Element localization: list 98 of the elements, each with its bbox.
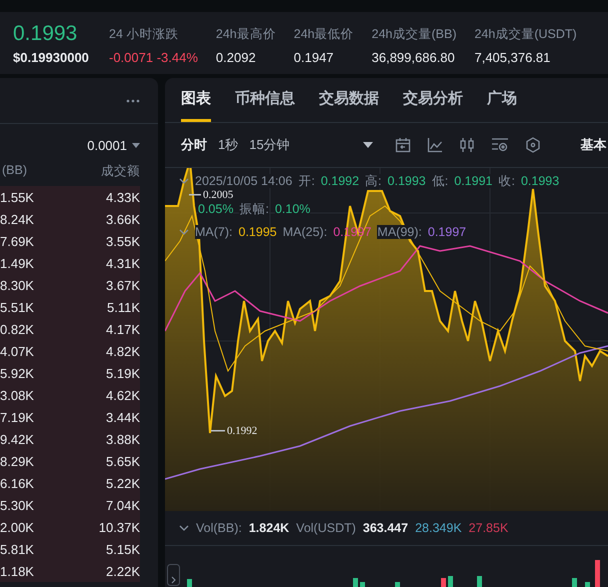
amount-cell: 1.18K	[0, 564, 34, 578]
total-cell: 5.19K	[106, 366, 140, 380]
ma-value: 0.1997	[428, 225, 466, 239]
amount-cell: 8.30K	[0, 278, 34, 292]
stat-value: 0.2092	[216, 49, 257, 67]
amount-cell: 7.19K	[0, 410, 34, 424]
ma-value: 0.1995	[238, 225, 277, 239]
interval-button[interactable]: 15分钟	[249, 136, 290, 154]
interval-button[interactable]: 1秒	[218, 136, 238, 154]
chevron-icon[interactable]	[179, 178, 189, 184]
amount-cell: 9.42K	[0, 432, 34, 446]
tab[interactable]: 交易分析	[403, 78, 463, 122]
total-cell: 4.62K	[106, 388, 140, 402]
amount-cell: 6.16K	[0, 476, 34, 490]
stat-label: 24h成交量(BB)	[372, 26, 456, 43]
ohlc-label: 开:	[298, 174, 315, 188]
volume-value: 1.824K	[248, 521, 290, 535]
candlestick-icon[interactable]	[458, 137, 475, 153]
hexagon-icon[interactable]	[524, 137, 541, 153]
total-cell: 5.15K	[106, 542, 140, 556]
total-cell: 4.82K	[106, 344, 140, 358]
volume-label: Vol(USDT)	[296, 521, 356, 535]
stat-label: 24 小时涨跌	[109, 26, 180, 43]
column-header: (BB)	[2, 163, 27, 179]
stat-label: 24h最高价	[216, 26, 276, 43]
amount-cell: 1.49K	[0, 256, 34, 270]
ma-label: MA(7):	[195, 225, 232, 239]
view-label[interactable]: 基本	[580, 136, 607, 154]
precision-value[interactable]: 0.0001	[87, 138, 127, 153]
volume-value: 28.349K	[415, 521, 462, 535]
ohlc-label: 收:	[498, 174, 515, 188]
ohlc-label: 高:	[365, 174, 382, 188]
ma-label: MA(25):	[282, 225, 328, 239]
ohlc-label: 低:	[432, 174, 448, 188]
last-price: 0.1993	[13, 22, 78, 46]
total-cell: 4.17K	[106, 322, 140, 336]
tab[interactable]: 图表	[181, 78, 211, 122]
amount-cell: 5.81K	[0, 542, 34, 556]
stat-label: 24h最低价	[294, 26, 354, 43]
caret-icon[interactable]	[132, 143, 140, 148]
total-cell: 3.44K	[106, 410, 140, 424]
ohlc-value: 0.1993	[520, 174, 560, 188]
caret-icon[interactable]	[362, 142, 373, 148]
interval-button[interactable]: 分时	[181, 136, 207, 154]
total-cell: 5.11K	[106, 300, 140, 314]
stat-value: -0.0071 -3.44%	[109, 49, 198, 67]
amplitude-label: 振幅:	[239, 202, 269, 216]
tab[interactable]: 交易数据	[319, 78, 379, 122]
amount-cell: 7.69K	[0, 234, 34, 248]
total-cell: 5.22K	[106, 476, 140, 490]
total-cell: 3.55K	[106, 234, 140, 248]
stat-label: 24h成交量(USDT)	[474, 26, 577, 43]
indicator-icon[interactable]	[490, 137, 509, 153]
amount-cell: 5.92K	[0, 366, 34, 380]
amount-cell: 1.55K	[0, 190, 34, 204]
leader-line	[211, 430, 225, 432]
total-cell: 4.33K	[106, 190, 140, 204]
volume-label: Vol(BB):	[196, 521, 242, 535]
amount-cell: 2.00K	[0, 520, 34, 534]
amount-cell: 8.29K	[0, 454, 34, 468]
amount-cell: 5.30K	[0, 498, 34, 512]
more-icon[interactable]	[126, 98, 140, 102]
tab[interactable]: 币种信息	[235, 78, 295, 122]
total-cell: 3.88K	[106, 432, 140, 446]
total-cell: 7.04K	[106, 498, 140, 512]
total-cell: 5.65K	[106, 454, 140, 468]
column-header: 成交额	[101, 163, 140, 180]
amount-cell: 5.51K	[0, 300, 34, 314]
amount-cell: 0.82K	[0, 322, 34, 336]
stat-value: 0.1947	[294, 49, 335, 67]
amount-cell: 8.24K	[0, 212, 34, 226]
volume-value: 363.447	[362, 521, 408, 535]
ma-label: MA(99):	[377, 225, 422, 239]
amount-cell: 4.07K	[0, 344, 34, 358]
ohlc-value: 0.1991	[454, 174, 492, 188]
stat-value: 7,405,376.81	[474, 49, 552, 67]
tab[interactable]: 广场	[487, 78, 517, 122]
stat-value: 36,899,686.80	[372, 49, 456, 67]
amount-cell: 3.08K	[0, 388, 34, 402]
total-cell: 10.37K	[98, 520, 140, 534]
calendar-icon[interactable]	[394, 137, 411, 153]
high-price-label: 0.2005	[203, 189, 234, 201]
total-cell: 3.67K	[106, 278, 140, 292]
ohlc-value: 0.1993	[388, 174, 426, 188]
amplitude-value: 0.10%	[274, 202, 310, 216]
change-value: 0.05%	[198, 202, 234, 216]
leader-line	[189, 194, 201, 196]
ohlc-value: 0.1992	[320, 174, 360, 188]
total-cell: 3.66K	[106, 212, 140, 226]
line-chart-icon[interactable]	[426, 137, 443, 153]
chevron-icon[interactable]	[179, 525, 189, 531]
expand-button[interactable]	[167, 564, 180, 586]
total-cell: 4.31K	[106, 256, 140, 270]
candle-time: 2025/10/05 14:06	[195, 174, 292, 188]
volume-value: 27.85K	[468, 521, 508, 535]
usd-price: $0.19930000	[13, 50, 90, 65]
total-cell: 2.22K	[106, 564, 140, 578]
low-price-label: 0.1992	[227, 425, 258, 437]
